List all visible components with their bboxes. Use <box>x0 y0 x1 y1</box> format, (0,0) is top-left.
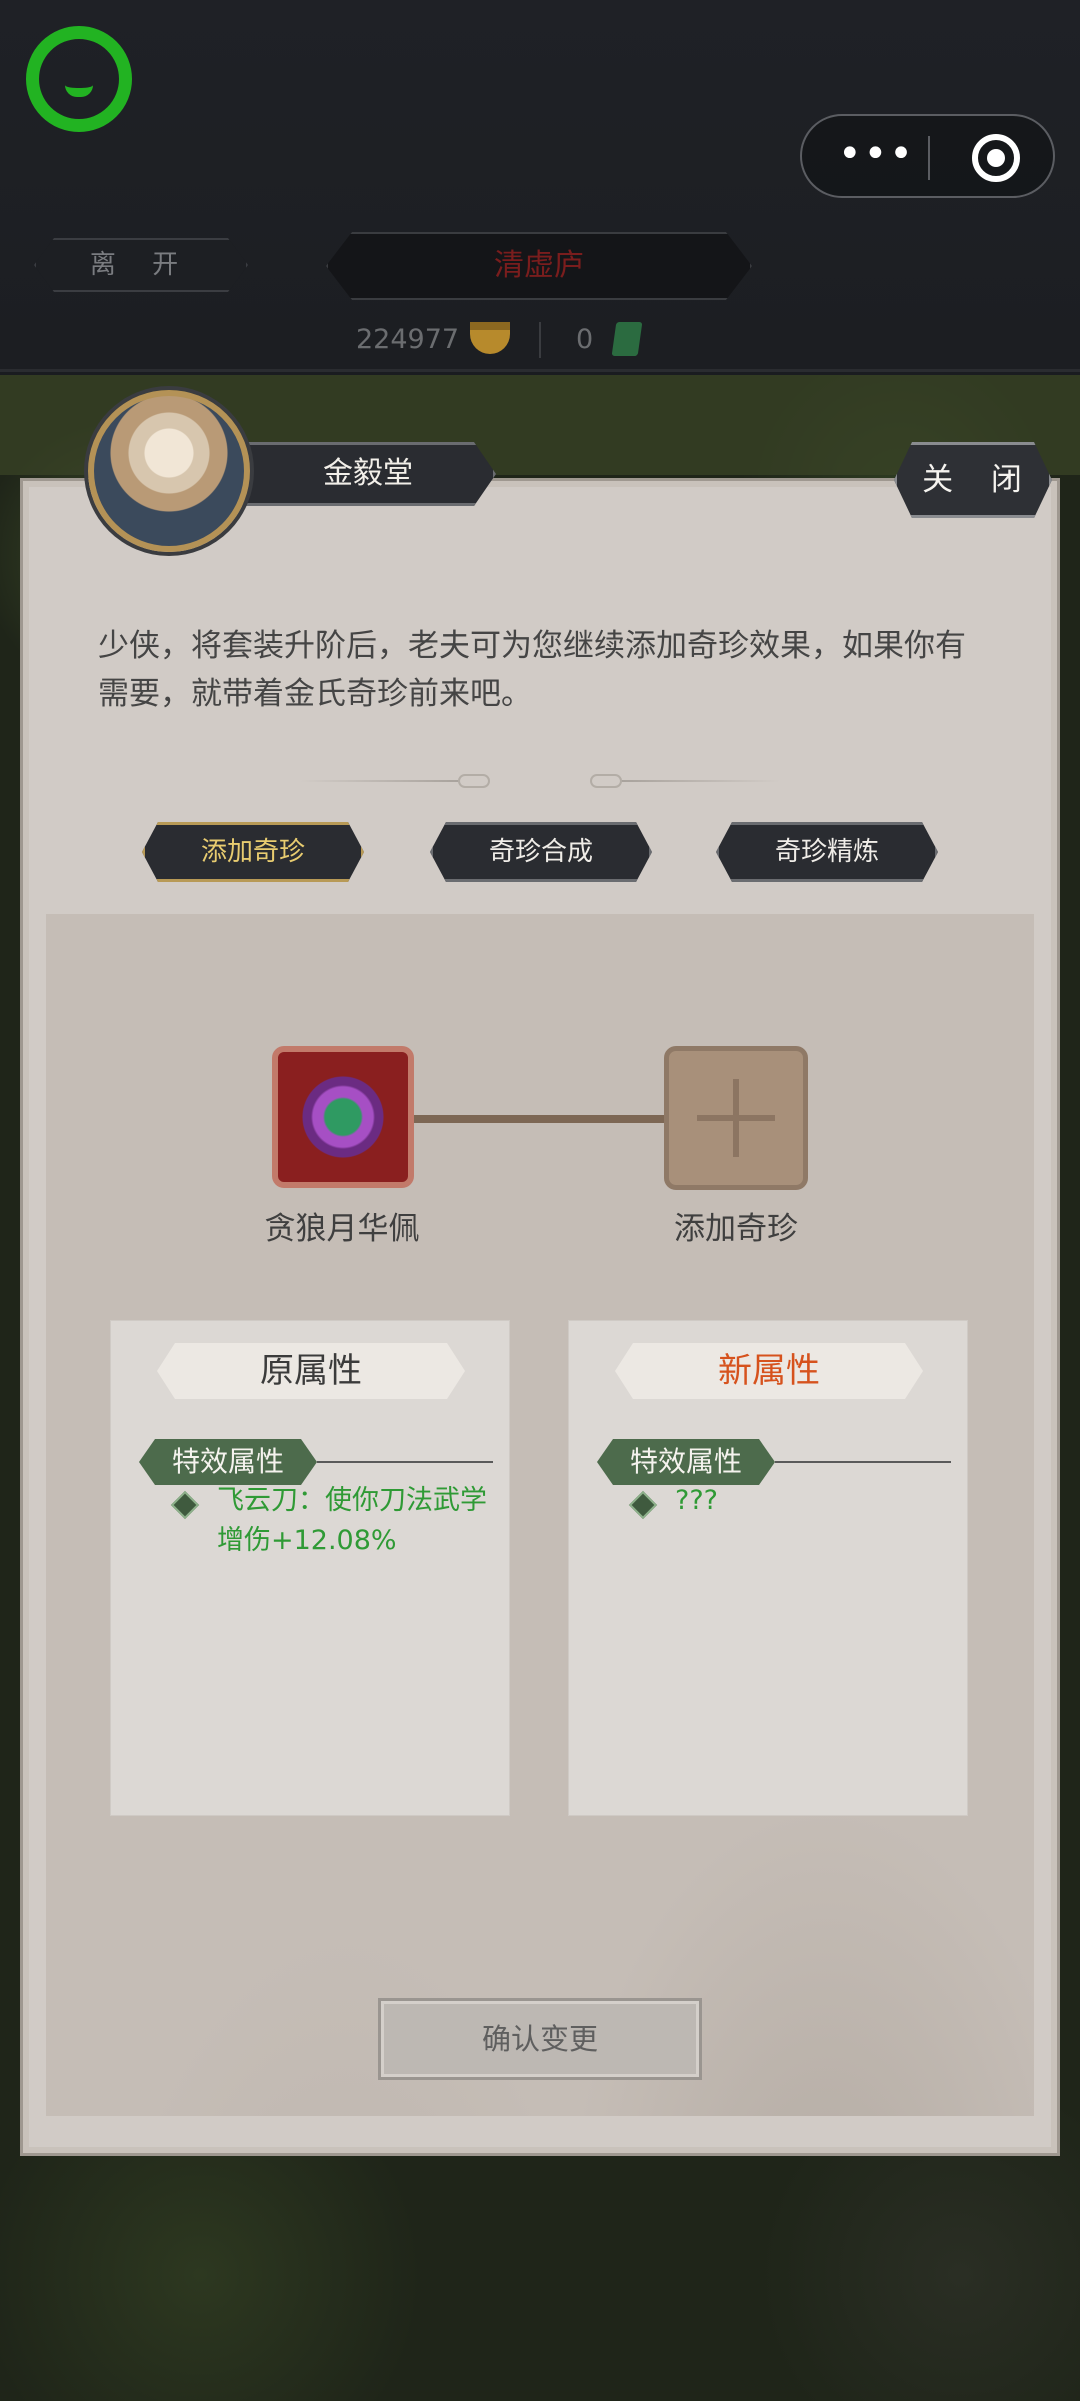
tab-treasure-synthesis[interactable]: 奇珍合成 <box>430 822 652 882</box>
new-effect-text: ??? <box>675 1485 718 1516</box>
npc-name: 金毅堂 <box>240 442 496 506</box>
location-banner: 清虚庐 <box>326 232 752 300</box>
original-effect-text: 飞云刀：使你刀法武学增伤+12.08% <box>217 1485 487 1556</box>
connector-line <box>414 1115 666 1123</box>
mini-program-capsule: ••• <box>800 114 1055 198</box>
tab-treasure-refine[interactable]: 奇珍精炼 <box>716 822 938 882</box>
more-options-icon[interactable]: ••• <box>838 134 913 176</box>
equipment-slot[interactable] <box>272 1046 414 1188</box>
top-bar: ••• 离 开 清虚庐 224977 0 <box>0 0 1080 372</box>
confirm-change-button[interactable]: 确认变更 <box>378 1998 702 2080</box>
add-treasure-label: 添加奇珍 <box>674 1211 798 1247</box>
tab-add-treasure[interactable]: 添加奇珍 <box>142 822 364 882</box>
equipment-name: 贪狼月华佩 <box>264 1211 420 1247</box>
exit-target-icon[interactable] <box>972 134 1020 182</box>
jade-amount: 0 <box>576 324 594 355</box>
ornament-divider-left <box>300 774 490 788</box>
gold-ingot-icon <box>470 322 510 354</box>
ornament-divider-right <box>590 774 780 788</box>
original-attributes-card: 原属性 特效属性 飞云刀：使你刀法武学增伤+12.08% <box>110 1320 510 1816</box>
diamond-bullet-icon <box>170 1490 200 1520</box>
diamond-bullet-icon <box>628 1490 658 1520</box>
jade-pendant-icon <box>302 1076 384 1158</box>
npc-portrait <box>88 390 250 552</box>
chat-app-logo-icon[interactable] <box>26 26 132 132</box>
new-attributes-card: 新属性 特效属性 ??? <box>568 1320 968 1816</box>
new-attributes-title: 新属性 <box>615 1343 923 1399</box>
effect-attribute-tag: 特效属性 <box>597 1439 775 1485</box>
original-attributes-title: 原属性 <box>157 1343 465 1399</box>
npc-dialogue: 少侠，将套装升阶后，老夫可为您继续添加奇珍效果，如果你有需要，就带着金氏奇珍前来… <box>98 628 966 712</box>
add-treasure-slot[interactable] <box>664 1046 808 1190</box>
effect-attribute-tag: 特效属性 <box>139 1439 317 1485</box>
close-button[interactable]: 关 闭 <box>894 442 1052 518</box>
jade-icon <box>611 322 643 356</box>
gold-amount: 224977 <box>356 324 460 355</box>
leave-button[interactable]: 离 开 <box>34 238 248 292</box>
